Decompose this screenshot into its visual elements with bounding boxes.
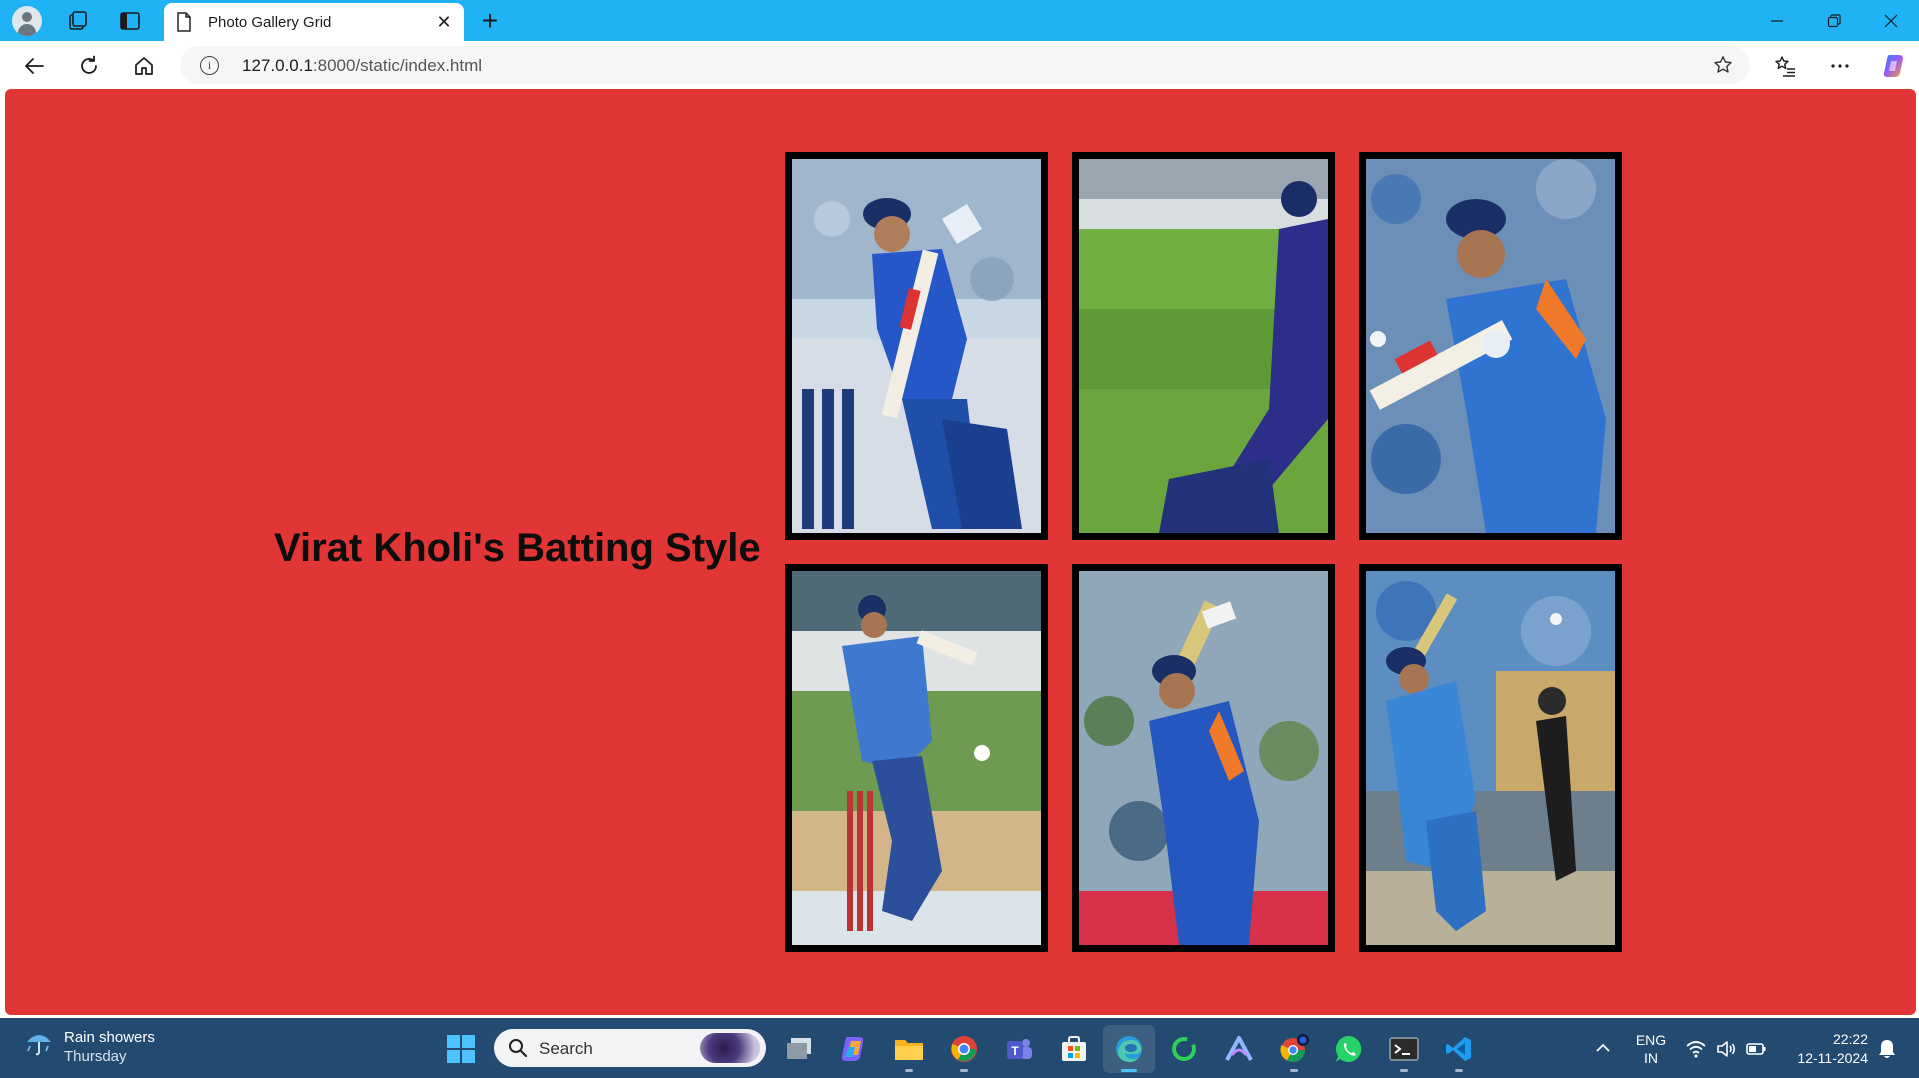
settings-more-button[interactable]: [1823, 49, 1857, 83]
rain-umbrella-icon: [27, 1035, 51, 1056]
copilot-icon: [1883, 55, 1903, 77]
more-dots-icon: [1831, 64, 1849, 68]
home-button[interactable]: [127, 49, 161, 83]
favorite-star-icon[interactable]: [1710, 52, 1736, 78]
wifi-icon[interactable]: [1685, 1038, 1707, 1060]
weather-widget[interactable]: Rain showers Thursday: [24, 1028, 155, 1066]
back-button[interactable]: [17, 49, 51, 83]
gallery-photo-2[interactable]: [1072, 152, 1335, 540]
weather-day: Thursday: [64, 1048, 127, 1065]
terminal-icon[interactable]: [1387, 1032, 1421, 1072]
favorites-list-icon: [1775, 56, 1795, 77]
site-info-icon[interactable]: i: [200, 56, 219, 75]
chrome-icon[interactable]: [947, 1032, 981, 1072]
cricket-batsman-image: [1366, 159, 1615, 533]
whatsapp-icon[interactable]: [1332, 1032, 1366, 1066]
vscode-icon[interactable]: [1442, 1032, 1476, 1072]
green-ring-app-icon[interactable]: [1167, 1032, 1201, 1066]
system-clock[interactable]: 22:22 12-11-2024: [1782, 1030, 1868, 1068]
input-language-indicator[interactable]: ENG IN: [1633, 1031, 1669, 1067]
microsoft-store-icon[interactable]: [1057, 1032, 1091, 1066]
page-heading: Virat Kholi's Batting Style: [274, 526, 761, 570]
windows-taskbar: Rain showers Thursday Search T ENG IN 22…: [0, 1018, 1919, 1078]
weather-title: Rain showers: [64, 1029, 155, 1046]
svg-text:T: T: [1011, 1044, 1019, 1058]
refresh-icon: [81, 55, 97, 74]
home-icon: [135, 57, 153, 75]
minimize-window-button[interactable]: [1749, 0, 1805, 41]
arrow-left-icon: [25, 58, 44, 74]
arc-app-icon[interactable]: [1222, 1032, 1256, 1066]
cricket-batsman-image: [1079, 571, 1328, 945]
close-window-button[interactable]: [1863, 0, 1919, 41]
profile-avatar-icon[interactable]: [12, 6, 42, 36]
copilot-button[interactable]: [1877, 49, 1911, 83]
task-view-icon[interactable]: [782, 1032, 816, 1066]
clock-time: 22:22: [1832, 1031, 1868, 1047]
reload-button[interactable]: [72, 49, 106, 83]
battery-icon[interactable]: [1745, 1038, 1767, 1060]
favorites-button[interactable]: [1768, 49, 1802, 83]
vertical-tabs-icon[interactable]: [115, 6, 145, 36]
cricket-batsman-image: [1079, 159, 1328, 533]
browser-toolbar: i 127.0.0.1:8000/static/index.html: [0, 41, 1919, 89]
gallery-photo-6[interactable]: [1359, 564, 1622, 952]
workspaces-icon[interactable]: [63, 6, 93, 36]
gallery-photo-3[interactable]: [1359, 152, 1622, 540]
search-highlight-icon: [700, 1033, 760, 1063]
close-tab-icon[interactable]: ✕: [432, 10, 456, 34]
page-icon: [177, 12, 191, 32]
clock-date: 12-11-2024: [1797, 1050, 1868, 1066]
teams-icon[interactable]: T: [1002, 1032, 1036, 1066]
file-explorer-icon[interactable]: [892, 1032, 926, 1072]
copilot-app-icon[interactable]: [837, 1032, 871, 1066]
browser-titlebar: Photo Gallery Grid ✕ +: [0, 0, 1919, 41]
windows-start-icon[interactable]: [446, 1034, 476, 1064]
photo-gallery-grid: [785, 152, 1625, 952]
search-placeholder: Search: [539, 1039, 593, 1058]
restore-window-button[interactable]: [1806, 0, 1862, 41]
gallery-photo-4[interactable]: [785, 564, 1048, 952]
url-text[interactable]: 127.0.0.1:8000/static/index.html: [242, 56, 482, 76]
cricket-batsman-image: [1366, 571, 1615, 945]
cricket-batsman-image: [792, 571, 1041, 945]
new-tab-button[interactable]: +: [474, 5, 506, 37]
gallery-photo-1[interactable]: [785, 152, 1048, 540]
taskbar-search-box[interactable]: Search: [494, 1029, 766, 1067]
tab-title: Photo Gallery Grid: [208, 13, 332, 31]
chrome-profile-icon[interactable]: [1277, 1032, 1311, 1072]
volume-icon[interactable]: [1715, 1038, 1737, 1060]
notification-bell-icon[interactable]: [1877, 1038, 1897, 1060]
tab-photo-gallery-grid[interactable]: Photo Gallery Grid ✕: [164, 3, 464, 41]
edge-browser-icon[interactable]: [1103, 1025, 1155, 1073]
search-icon: [509, 1039, 528, 1058]
gallery-photo-5[interactable]: [1072, 564, 1335, 952]
address-bar[interactable]: i 127.0.0.1:8000/static/index.html: [180, 46, 1750, 84]
cricket-batsman-image: [792, 159, 1041, 533]
chevron-up-icon[interactable]: [1593, 1038, 1613, 1058]
page-viewport: Virat Kholi's Batting Style: [5, 89, 1916, 1015]
